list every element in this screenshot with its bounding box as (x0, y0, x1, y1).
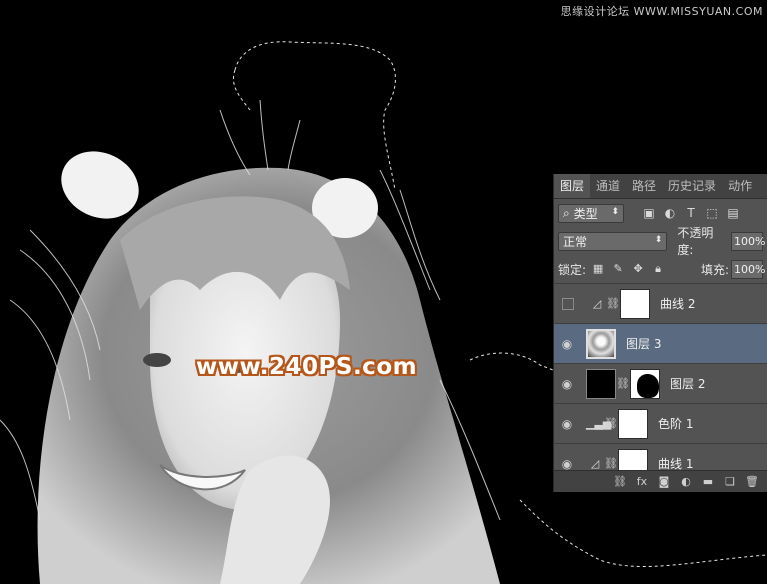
lock-position-icon[interactable]: ✥ (632, 263, 644, 275)
layers-panel: 图层 通道 路径 历史记录 动作 ⌕ 类型 ⬍ ▣ ◐ T ⬚ ▤ 正常 ⬍ 不… (553, 174, 767, 492)
chevron-updown-icon: ⬍ (611, 206, 619, 217)
eye-icon[interactable]: ◉ (554, 337, 580, 351)
new-adjustment-icon[interactable]: ◐ (679, 475, 693, 489)
lock-row: 锁定: ▦ ✎ ✥ 🔒︎ 填充: 100% (554, 255, 767, 283)
lock-paint-icon[interactable]: ✎ (612, 263, 624, 275)
adjustment-filter-icon[interactable]: ◐ (663, 206, 677, 220)
filter-type-label: 类型 (573, 206, 598, 221)
tab-paths[interactable]: 路径 (626, 174, 662, 198)
tab-history[interactable]: 历史记录 (662, 174, 722, 198)
fill-input[interactable]: 100% (731, 259, 765, 279)
add-mask-icon[interactable]: ◙ (657, 475, 671, 489)
levels-adjustment-icon: ▁▃▅ (586, 417, 612, 430)
smart-object-filter-icon[interactable]: ▤ (726, 206, 740, 220)
link-icon: ⛓ (604, 457, 618, 470)
visibility-toggle[interactable] (562, 297, 574, 310)
link-layers-icon[interactable]: ⛓ (613, 475, 627, 489)
search-icon: ⌕ (563, 205, 570, 220)
layer-thumbnail[interactable] (586, 368, 616, 399)
new-layer-icon[interactable]: ❏ (723, 475, 737, 489)
tab-actions[interactable]: 动作 (722, 174, 758, 198)
layer-row-layer-2[interactable]: ◉ ⛓ 图层 2 (554, 363, 767, 403)
new-group-icon[interactable]: ▬ (701, 475, 715, 489)
filter-icons: ▣ ◐ T ⬚ ▤ (642, 206, 740, 220)
watermark-center: www.240PS.com (196, 354, 418, 380)
layer-row-layer-3[interactable]: ◉ 图层 3 (554, 323, 767, 363)
curves-adjustment-icon: ◿ (592, 297, 602, 310)
layer-name: 曲线 2 (660, 297, 696, 311)
lock-label: 锁定: (558, 262, 587, 277)
tab-layers[interactable]: 图层 (554, 174, 591, 198)
link-icon: ⛓ (606, 297, 620, 310)
lock-transparent-icon[interactable]: ▦ (592, 263, 604, 275)
blend-mode-value: 正常 (563, 234, 588, 249)
left-eye (143, 353, 171, 367)
link-icon: ⛓ (616, 377, 630, 390)
fill-label: 填充: (700, 262, 729, 277)
layer-row-curves-2[interactable]: ◿ ⛓ 曲线 2 (554, 283, 767, 323)
type-filter-icon[interactable]: T (684, 206, 698, 220)
filter-row: ⌕ 类型 ⬍ ▣ ◐ T ⬚ ▤ (554, 199, 767, 227)
eye-icon[interactable]: ◉ (554, 457, 580, 471)
eye-icon[interactable]: ◉ (554, 417, 580, 431)
lock-all-icon[interactable]: 🔒︎ (652, 263, 664, 275)
layer-thumbnail[interactable] (586, 328, 616, 359)
layer-mask-thumbnail[interactable] (620, 288, 650, 319)
layer-name: 图层 2 (670, 377, 706, 391)
panel-tabs: 图层 通道 路径 历史记录 动作 (554, 174, 767, 199)
layer-row-levels-1[interactable]: ◉ ▁▃▅ ⛓ 色阶 1 (554, 403, 767, 443)
watermark-top: 思缘设计论坛 WWW.MISSYUAN.COM (560, 5, 763, 18)
chevron-updown-icon: ⬍ (654, 234, 663, 245)
layer-name: 色阶 1 (658, 417, 694, 431)
image-filter-icon[interactable]: ▣ (642, 206, 656, 220)
layer-mask-thumbnail[interactable] (630, 368, 660, 399)
blend-row: 正常 ⬍ 不透明度: 100% (554, 226, 767, 257)
layer-name: 图层 3 (626, 337, 662, 351)
curves-adjustment-icon: ◿ (590, 457, 600, 470)
link-icon: ⛓ (604, 417, 618, 430)
blend-mode-select[interactable]: 正常 ⬍ (558, 231, 668, 251)
shape-filter-icon[interactable]: ⬚ (705, 206, 719, 220)
filter-type-select[interactable]: ⌕ 类型 ⬍ (558, 203, 624, 223)
fx-icon[interactable]: fx (635, 475, 649, 489)
lock-icons: ▦ ✎ ✥ 🔒︎ (592, 263, 664, 275)
layer-mask-thumbnail[interactable] (618, 408, 648, 439)
delete-layer-icon[interactable]: 🗑︎ (745, 475, 759, 489)
opacity-label: 不透明度: (677, 226, 714, 257)
eye-icon[interactable]: ◉ (554, 377, 580, 391)
tab-channels[interactable]: 通道 (590, 174, 626, 198)
panel-footer: ⛓ fx ◙ ◐ ▬ ❏ 🗑︎ (554, 470, 767, 492)
opacity-input[interactable]: 100% (731, 231, 765, 251)
